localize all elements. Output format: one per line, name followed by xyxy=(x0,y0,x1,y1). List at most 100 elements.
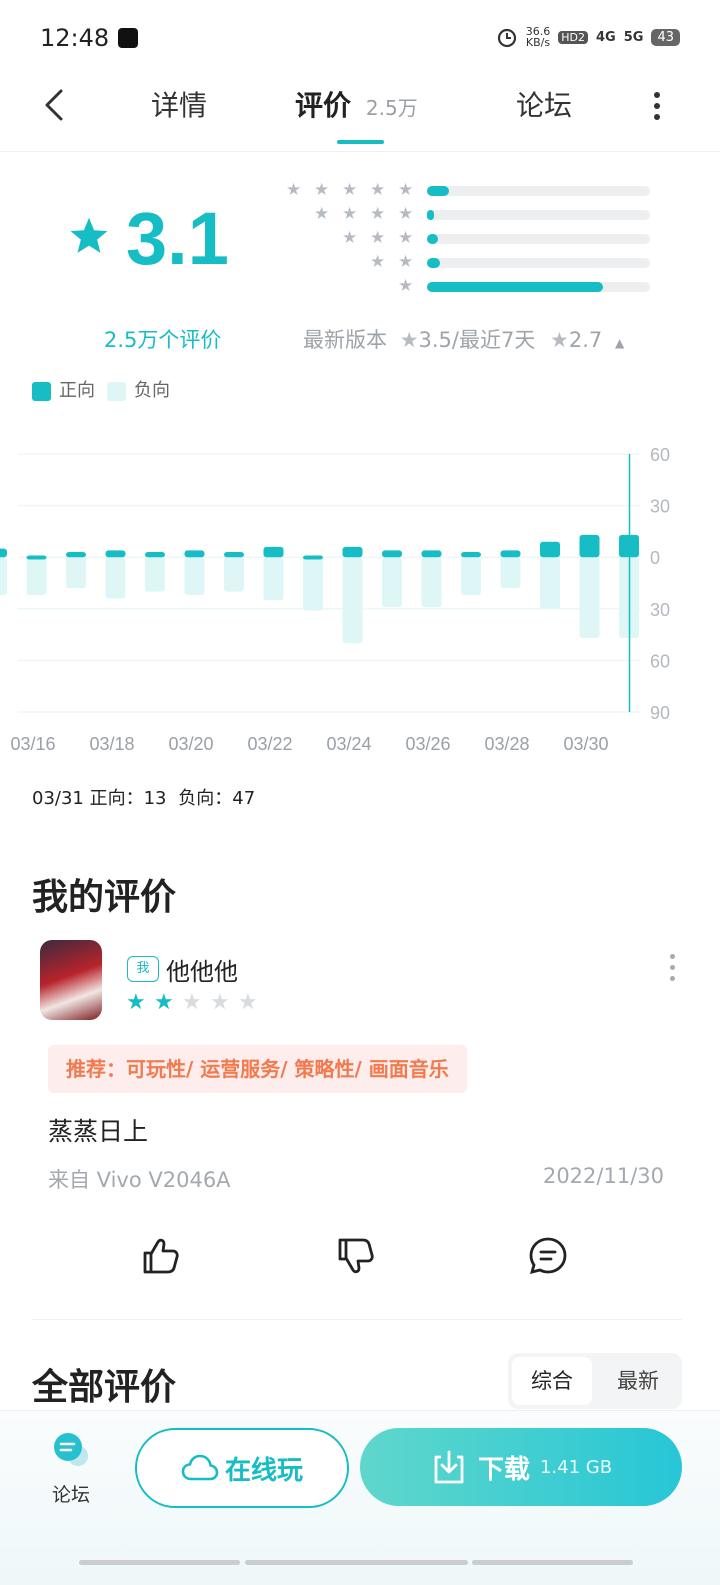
online-play-button[interactable]: 在线玩 xyxy=(135,1428,349,1508)
download-icon xyxy=(434,1450,464,1484)
download-size: 1.41 GB xyxy=(539,1456,613,1478)
positive-bar xyxy=(579,534,600,558)
x-tick-label: 03/28 xyxy=(485,734,530,754)
distribution-bar-3-star xyxy=(427,234,650,244)
review-date: 2022/11/30 xyxy=(542,1164,664,1188)
star-icon: ★ xyxy=(399,328,419,352)
distribution-star-icon: ★ xyxy=(342,228,358,248)
negative-bar xyxy=(540,557,560,609)
negative-bar xyxy=(382,557,402,608)
tab-reviews[interactable]: 评价 2.5万 xyxy=(295,84,418,128)
recent-score: 2.7 xyxy=(568,328,603,352)
negative-bar xyxy=(263,557,284,601)
tab-reviews-label: 评价 xyxy=(295,89,352,122)
download-button[interactable]: 下载 1.41 GB xyxy=(360,1428,682,1506)
negative-bar xyxy=(500,557,521,589)
star-filled-icon: ★ xyxy=(154,990,174,1015)
distribution-star-icon: ★ xyxy=(314,204,330,224)
active-tab-indicator xyxy=(337,140,384,144)
status-bar: 12:48 36.6 KB/s HD2 4G 5G 43 xyxy=(0,0,720,76)
hd-icon: HD2 xyxy=(558,30,589,44)
forum-label: 论坛 xyxy=(52,1484,91,1506)
x-tick-label: 03/18 xyxy=(90,734,135,754)
tiktok-icon xyxy=(118,28,138,48)
tab-detail[interactable]: 详情 xyxy=(151,84,207,128)
cloud-icon xyxy=(181,1454,219,1481)
sort-segmented-control: 综合 最新 xyxy=(508,1353,682,1409)
distribution-star-icon: ★ xyxy=(314,180,330,200)
sentiment-chart[interactable]: 60 30 0 30 60 90 03/16 03/18 03/20 03/22 03/24 03/2… xyxy=(0,440,720,760)
tooltip-positive-label: 正向： xyxy=(89,788,144,809)
y-tick-label: 90 xyxy=(650,703,670,723)
positive-bar xyxy=(263,546,284,558)
distribution-star-icon: ★ xyxy=(398,276,414,296)
recommend-tags: 推荐：可玩性/ 运营服务/ 策略性/ 画面音乐 xyxy=(48,1045,467,1093)
forum-icon xyxy=(54,1433,88,1466)
review-more-icon[interactable] xyxy=(670,954,676,987)
negative-bar xyxy=(66,557,86,589)
nav-indicator xyxy=(79,1560,240,1565)
tooltip-negative-value: 47 xyxy=(232,788,256,809)
distribution-star-icon: ★ xyxy=(342,204,358,224)
battery-icon: 43 xyxy=(651,28,680,46)
x-tick-label: 03/20 xyxy=(169,734,214,754)
distribution-star-icon: ★ xyxy=(342,180,358,200)
star-icon xyxy=(70,217,108,253)
me-badge: 我 xyxy=(127,956,159,982)
negative-bar xyxy=(184,557,205,596)
x-tick-label: 03/22 xyxy=(248,734,293,754)
negative-bar xyxy=(224,557,244,592)
distribution-bar-fill xyxy=(427,210,434,220)
latest-version-label: 最新版本 xyxy=(303,328,387,352)
x-tick-label: 03/16 xyxy=(11,734,56,754)
positive-bar xyxy=(224,552,244,558)
online-play-label: 在线玩 xyxy=(224,1455,303,1486)
sort-latest[interactable]: 最新 xyxy=(598,1357,678,1405)
star-empty-icon: ★ xyxy=(238,990,258,1015)
negative-bar xyxy=(461,557,481,596)
star-filled-icon: ★ xyxy=(126,990,146,1015)
avatar[interactable] xyxy=(40,940,102,1020)
positive-bar xyxy=(421,550,442,558)
y-tick-label: 0 xyxy=(650,548,660,568)
negative-bar xyxy=(342,557,363,644)
thumbs-up-icon[interactable] xyxy=(138,1234,182,1278)
distribution-bar-fill xyxy=(427,282,604,292)
review-count-label: 2.5万个评价 xyxy=(104,328,222,352)
distribution-bar-2-star xyxy=(427,258,650,268)
negative-bar xyxy=(579,557,600,639)
positive-bar xyxy=(303,555,323,560)
version-rating-toggle[interactable]: 最新版本 ★3.5/最近7天 ★2.7 ▲ xyxy=(303,324,624,354)
distribution-star-icon: ★ xyxy=(398,228,414,248)
positive-bar xyxy=(0,548,7,558)
signal-5g-icon: 5G xyxy=(623,29,644,45)
legend-negative-label: 负向 xyxy=(134,380,170,401)
sort-comprehensive[interactable]: 综合 xyxy=(512,1357,592,1405)
tooltip-date: 03/31 xyxy=(32,788,84,809)
distribution-bar-fill xyxy=(427,186,450,196)
negative-bar xyxy=(421,557,442,608)
y-tick-label: 30 xyxy=(650,600,670,620)
forum-button[interactable]: 论坛 xyxy=(40,1430,102,1508)
distribution-star-icon: ★ xyxy=(370,204,386,224)
recent-label: /最近7天 xyxy=(451,328,536,352)
positive-bar xyxy=(382,550,402,558)
username[interactable]: 他他他 xyxy=(166,952,238,987)
net-speed: 36.6 KB/s xyxy=(525,25,551,49)
positive-bar xyxy=(66,552,86,558)
more-icon[interactable] xyxy=(654,92,660,120)
star-empty-icon: ★ xyxy=(182,990,202,1015)
distribution-star-icon: ★ xyxy=(398,252,414,272)
latest-version-score: 3.5 xyxy=(418,328,452,352)
thumbs-down-icon[interactable] xyxy=(333,1234,377,1278)
negative-bar xyxy=(0,557,7,596)
review-device: 来自 Vivo V2046A xyxy=(48,1168,231,1192)
comment-icon[interactable] xyxy=(526,1234,570,1278)
distribution-star-icon: ★ xyxy=(370,252,386,272)
positive-bar xyxy=(26,555,47,560)
alarm-icon xyxy=(497,28,516,48)
back-icon[interactable] xyxy=(40,88,70,122)
positive-bar xyxy=(342,546,363,558)
distribution-star-icon: ★ xyxy=(398,180,414,200)
tab-forum[interactable]: 论坛 xyxy=(516,84,572,128)
